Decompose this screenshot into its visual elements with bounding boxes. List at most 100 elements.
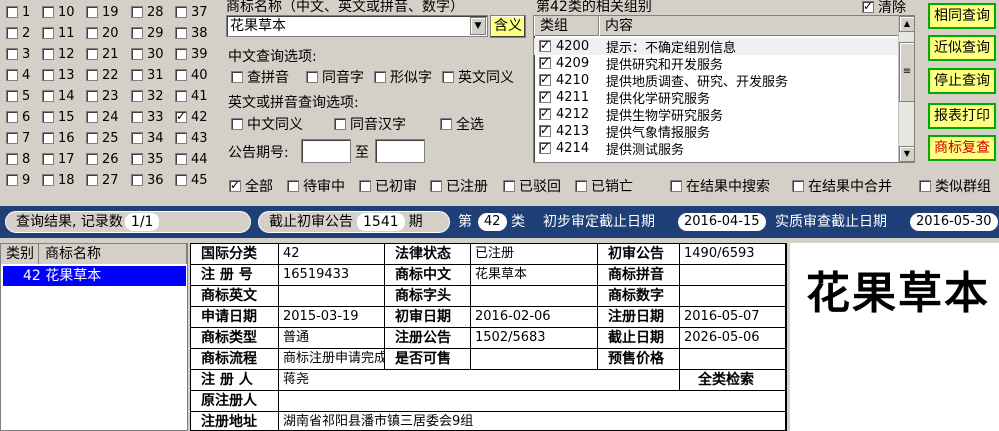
checkbox[interactable] (229, 178, 241, 192)
filter-all[interactable]: 全部 (229, 176, 273, 196)
class-checkbox-32[interactable]: 32 (131, 86, 164, 106)
class-checkbox-42[interactable]: 42 (175, 107, 208, 127)
class-checkbox-10[interactable]: 10 (42, 2, 75, 22)
checkbox[interactable] (175, 132, 187, 144)
checkbox[interactable] (86, 174, 98, 186)
class-checkbox-19[interactable]: 19 (86, 2, 119, 22)
checkbox[interactable] (6, 111, 18, 123)
checkbox[interactable] (374, 71, 386, 83)
filter-cancelled[interactable]: 已销亡 (575, 176, 633, 196)
checkbox[interactable] (6, 90, 18, 102)
scroll-down-icon[interactable]: ▼ (899, 146, 914, 162)
checkbox[interactable] (42, 174, 54, 186)
cn-option-homophone[interactable]: 同音字 (306, 67, 364, 87)
checkbox[interactable] (6, 174, 18, 186)
checkbox[interactable] (42, 132, 54, 144)
issue-from-input[interactable] (301, 139, 351, 163)
class-checkbox-22[interactable]: 22 (86, 65, 119, 85)
class-checkbox-8[interactable]: 8 (6, 149, 30, 169)
en-option-cn-synonym[interactable]: 中文同义 (231, 114, 303, 134)
class-checkbox-5[interactable]: 5 (6, 86, 30, 106)
class-checkbox-37[interactable]: 37 (175, 2, 208, 22)
class-checkbox-44[interactable]: 44 (175, 149, 208, 169)
class-checkbox-4[interactable]: 4 (6, 65, 30, 85)
checkbox[interactable] (670, 180, 682, 192)
checkbox[interactable] (86, 90, 98, 102)
checkbox[interactable] (287, 180, 299, 192)
checkbox[interactable] (86, 6, 98, 18)
name-dropdown-arrow-icon[interactable]: ▼ (470, 17, 486, 35)
cn-option-en-synonym[interactable]: 英文同义 (442, 67, 514, 87)
checkbox[interactable] (42, 111, 54, 123)
filter-registered[interactable]: 已注册 (430, 176, 488, 196)
group-row[interactable]: 4214 提供测试服务 (534, 140, 898, 158)
checkbox[interactable] (175, 109, 187, 123)
checkbox[interactable] (575, 180, 587, 192)
class-checkbox-31[interactable]: 31 (131, 65, 164, 85)
class-checkbox-34[interactable]: 34 (131, 128, 164, 148)
checkbox[interactable] (131, 90, 143, 102)
en-option-select-all[interactable]: 全选 (440, 114, 484, 134)
checkbox[interactable] (919, 180, 931, 192)
group-row[interactable]: 4200提示：不确定组别信息 (534, 38, 898, 56)
print-report-button[interactable]: 报表打印 (928, 103, 996, 129)
trademark-recheck-button[interactable]: 商标复查 (928, 135, 996, 161)
checkbox[interactable] (539, 89, 551, 103)
checkbox[interactable] (539, 140, 551, 154)
checkbox[interactable] (430, 180, 442, 192)
class-checkbox-41[interactable]: 41 (175, 86, 208, 106)
cn-option-similar-shape[interactable]: 形似字 (374, 67, 432, 87)
class-checkbox-33[interactable]: 33 (131, 107, 164, 127)
checkbox[interactable] (42, 27, 54, 39)
full-search-link[interactable]: 全类检索 (680, 370, 786, 391)
checkbox[interactable] (175, 48, 187, 60)
checkbox[interactable] (42, 153, 54, 165)
checkbox[interactable] (131, 111, 143, 123)
checkbox[interactable] (42, 6, 54, 18)
class-checkbox-36[interactable]: 36 (131, 170, 164, 190)
class-checkbox-11[interactable]: 11 (42, 23, 75, 43)
checkbox[interactable] (131, 132, 143, 144)
checkbox[interactable] (175, 174, 187, 186)
checkbox[interactable] (131, 174, 143, 186)
class-checkbox-13[interactable]: 13 (42, 65, 75, 85)
checkbox[interactable] (359, 180, 371, 192)
checkbox[interactable] (86, 69, 98, 81)
checkbox[interactable] (6, 153, 18, 165)
class-checkbox-7[interactable]: 7 (6, 128, 30, 148)
class-checkbox-20[interactable]: 20 (86, 23, 119, 43)
group-header-content[interactable]: 内容 (599, 16, 900, 36)
checkbox[interactable] (175, 6, 187, 18)
similar-query-button[interactable]: 近似查询 (928, 35, 996, 61)
class-checkbox-6[interactable]: 6 (6, 107, 30, 127)
class-checkbox-30[interactable]: 30 (131, 44, 164, 64)
class-checkbox-12[interactable]: 12 (42, 44, 75, 64)
filter-similar-groups[interactable]: 类似群组 (919, 176, 991, 196)
meaning-button[interactable]: 含义 (490, 15, 526, 38)
class-checkbox-43[interactable]: 43 (175, 128, 208, 148)
filter-pending[interactable]: 待审中 (287, 176, 345, 196)
checkbox[interactable] (334, 118, 346, 130)
class-checkbox-27[interactable]: 27 (86, 170, 119, 190)
class-checkbox-14[interactable]: 14 (42, 86, 75, 106)
result-list[interactable]: 类别 商标名称 42 花果草本 (0, 243, 188, 431)
class-checkbox-28[interactable]: 28 (131, 2, 164, 22)
checkbox[interactable] (131, 153, 143, 165)
checkbox[interactable] (131, 6, 143, 18)
name-input[interactable]: 花果草本 (226, 15, 488, 37)
class-checkbox-29[interactable]: 29 (131, 23, 164, 43)
checkbox[interactable] (175, 27, 187, 39)
cn-option-pinyin[interactable]: 查拼音 (231, 67, 289, 87)
checkbox[interactable] (539, 106, 551, 120)
checkbox[interactable] (131, 69, 143, 81)
checkbox[interactable] (862, 0, 874, 13)
filter-rejected[interactable]: 已驳回 (503, 176, 561, 196)
class-checkbox-40[interactable]: 40 (175, 65, 208, 85)
checkbox[interactable] (42, 69, 54, 81)
checkbox[interactable] (6, 27, 18, 39)
checkbox[interactable] (539, 72, 551, 86)
result-header-class[interactable]: 类别 (1, 244, 39, 264)
checkbox[interactable] (539, 55, 551, 69)
group-row[interactable]: 4211提供化学研究服务 (534, 89, 898, 107)
class-checkbox-17[interactable]: 17 (42, 149, 75, 169)
